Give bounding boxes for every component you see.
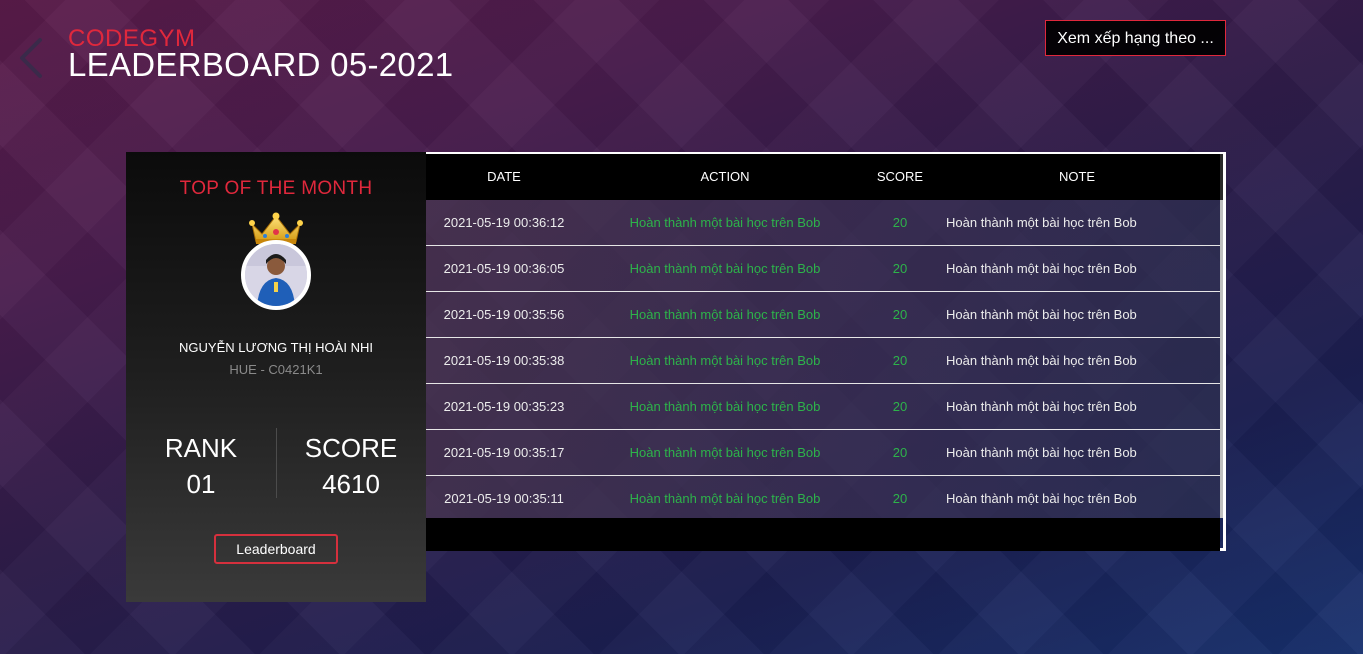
cell-note: Hoàn thành một bài học trên Bob: [946, 307, 1137, 322]
cell-score: 20: [892, 491, 908, 506]
avatar-photo: [245, 244, 307, 306]
table-row: 2021-05-19 00:35:56 Hoàn thành một bài h…: [426, 292, 1220, 338]
table-row: 2021-05-19 00:36:12 Hoàn thành một bài h…: [426, 200, 1220, 246]
cell-note: Hoàn thành một bài học trên Bob: [946, 261, 1137, 276]
rank-value: 01: [186, 469, 216, 499]
cell-score: 20: [892, 261, 908, 276]
table-row: 2021-05-19 00:35:38 Hoàn thành một bài h…: [426, 338, 1220, 384]
student-name: NGUYỄN LƯƠNG THỊ HOÀI NHI: [179, 340, 373, 355]
column-header-date: DATE: [487, 169, 521, 184]
cell-note: Hoàn thành một bài học trên Bob: [946, 215, 1137, 230]
table-footer-strip: [426, 518, 1220, 551]
score-stat: SCORE 4610: [276, 432, 426, 502]
cell-note: Hoàn thành một bài học trên Bob: [946, 445, 1137, 460]
cell-date: 2021-05-19 00:35:17: [443, 445, 565, 460]
cell-date: 2021-05-19 00:35:38: [443, 353, 565, 368]
cell-score: 20: [892, 399, 908, 414]
column-header-note: NOTE: [1058, 169, 1096, 184]
cell-action: Hoàn thành một bài học trên Bob: [629, 491, 821, 506]
cell-action: Hoàn thành một bài học trên Bob: [629, 261, 821, 276]
rank-stat: RANK 01: [126, 432, 276, 502]
student-class: HUE - C0421K1: [229, 362, 323, 377]
cell-score: 20: [892, 307, 908, 322]
column-header-score: SCORE: [876, 169, 924, 184]
cell-note: Hoàn thành một bài học trên Bob: [946, 399, 1137, 414]
cell-date: 2021-05-19 00:35:56: [443, 307, 565, 322]
table-scrollbar[interactable]: [1220, 154, 1223, 518]
table-body: 2021-05-19 00:36:12 Hoàn thành một bài h…: [426, 200, 1220, 521]
score-label: SCORE: [304, 433, 398, 463]
card-heading: TOP OF THE MONTH: [179, 178, 373, 199]
cell-score: 20: [892, 215, 908, 230]
table-row: 2021-05-19 00:36:05 Hoàn thành một bài h…: [426, 246, 1220, 292]
leaderboard-button[interactable]: Leaderboard: [214, 534, 338, 564]
cell-score: 20: [892, 445, 908, 460]
cell-score: 20: [892, 353, 908, 368]
rank-label: RANK: [164, 433, 238, 463]
cell-action: Hoàn thành một bài học trên Bob: [629, 307, 821, 322]
cell-note: Hoàn thành một bài học trên Bob: [946, 353, 1137, 368]
cell-action: Hoàn thành một bài học trên Bob: [629, 353, 821, 368]
chevron-left-icon[interactable]: [18, 36, 62, 80]
table-header: DATE ACTION SCORE NOTE: [426, 154, 1220, 200]
avatar: [241, 240, 311, 310]
cell-date: 2021-05-19 00:35:11: [444, 491, 564, 506]
cell-date: 2021-05-19 00:36:12: [443, 215, 565, 230]
cell-action: Hoàn thành một bài học trên Bob: [629, 445, 821, 460]
score-value: 4610: [322, 469, 380, 499]
cell-action: Hoàn thành một bài học trên Bob: [629, 215, 821, 230]
activity-table: DATE ACTION SCORE NOTE 2021-05-19 00:36:…: [426, 152, 1226, 551]
table-row: 2021-05-19 00:35:11 Hoàn thành một bài h…: [426, 476, 1220, 521]
cell-date: 2021-05-19 00:35:23: [443, 399, 565, 414]
cell-date: 2021-05-19 00:36:05: [443, 261, 565, 276]
table-row: 2021-05-19 00:35:23 Hoàn thành một bài h…: [426, 384, 1220, 430]
column-header-action: ACTION: [700, 169, 750, 184]
page-title: LEADERBOARD 05-2021: [68, 46, 454, 83]
cell-note: Hoàn thành một bài học trên Bob: [946, 491, 1137, 506]
scrollbar-thumb[interactable]: [1220, 200, 1223, 518]
top-of-month-card: TOP OF THE MONTH NGUYỄN LƯƠNG THỊ HOÀI N…: [126, 152, 426, 602]
table-row: 2021-05-19 00:35:17 Hoàn thành một bài h…: [426, 430, 1220, 476]
cell-action: Hoàn thành một bài học trên Bob: [629, 399, 821, 414]
rank-by-button[interactable]: Xem xếp hạng theo ...: [1045, 20, 1226, 56]
